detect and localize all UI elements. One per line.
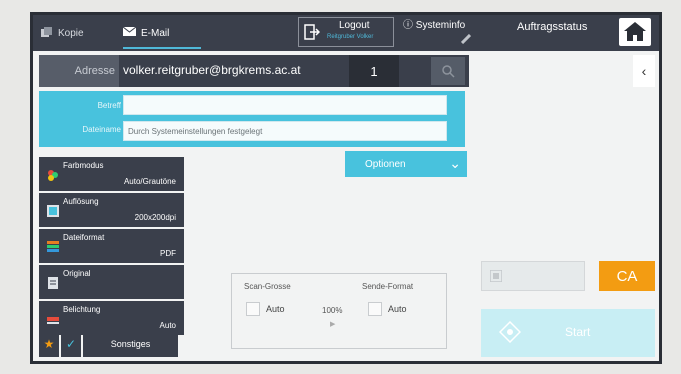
start-label: Start <box>565 325 591 339</box>
setting-original[interactable]: Original <box>39 265 184 299</box>
original-icon <box>48 277 58 289</box>
check-icon: ✓ <box>65 337 77 351</box>
tab-email-label: E-Mail <box>141 27 170 39</box>
logout-icon <box>304 24 320 40</box>
job-status-button[interactable]: Auftragsstatus <box>517 21 587 33</box>
subject-input[interactable] <box>123 95 447 115</box>
logout-button[interactable]: Logout Reitgruber Volker <box>298 17 394 47</box>
address-value[interactable]: volker.reitgruber@brgkrems.ac.at <box>123 63 301 77</box>
setting-belichtung[interactable]: Belichtung Auto <box>39 301 184 335</box>
subject-filename-panel: Betreff Dateiname Durch Systemeinstellun… <box>39 91 465 147</box>
check-settings-button[interactable]: ✓ <box>61 331 81 357</box>
envelope-icon <box>122 26 137 39</box>
setting-value: 200x200dpi <box>134 213 176 222</box>
setting-dateiformat[interactable]: Dateiformat PDF <box>39 229 184 263</box>
scan-size-label: Scan-Grosse <box>244 282 291 291</box>
toner-icon <box>460 33 472 47</box>
collapse-panel-button[interactable]: ‹ <box>633 55 655 87</box>
setting-value: PDF <box>160 249 176 258</box>
home-button[interactable] <box>619 18 651 46</box>
setting-value: Auto <box>159 321 176 330</box>
system-info-label: Systeminfo <box>415 20 466 31</box>
send-format-label: Sende-Format <box>362 282 414 291</box>
scan-size-checkbox[interactable] <box>246 302 260 316</box>
chevron-down-icon: ⌄ <box>449 155 461 171</box>
info-icon: ⓘ <box>403 20 413 31</box>
address-bar: Adresse volker.reitgruber@brgkrems.ac.at… <box>39 55 469 87</box>
options-label: Optionen <box>365 159 406 170</box>
arrow-right-icon: ▶ <box>330 321 336 328</box>
address-count: 1 <box>349 55 399 87</box>
search-icon <box>442 65 455 78</box>
setting-name: Auflösung <box>63 197 99 206</box>
start-button[interactable]: Start <box>481 309 655 357</box>
address-button[interactable]: Adresse <box>39 55 119 87</box>
home-icon <box>624 22 646 41</box>
tab-kopie-label: Kopie <box>58 27 84 39</box>
filename-label: Dateiname <box>82 125 121 134</box>
subject-label: Betreff <box>97 101 121 110</box>
exposure-icon <box>47 317 59 324</box>
system-info-button[interactable]: ⓘ Systeminfo <box>403 16 472 45</box>
send-format-checkbox[interactable] <box>368 302 382 316</box>
color-mode-icon <box>48 170 58 181</box>
chevron-left-icon: ‹ <box>641 63 647 79</box>
preview-button-disabled[interactable] <box>481 261 585 291</box>
setting-aufloesung[interactable]: Auflösung 200x200dpi <box>39 193 184 227</box>
scan-size-value: Auto <box>266 304 285 314</box>
setting-name: Belichtung <box>63 305 101 314</box>
setting-name: Original <box>63 269 91 278</box>
tab-kopie[interactable]: Kopie <box>41 15 101 51</box>
resolution-icon <box>47 205 59 217</box>
star-icon: ★ <box>43 337 55 351</box>
preview-icon <box>490 270 502 282</box>
logout-label: Logout <box>339 20 370 31</box>
other-settings-button[interactable]: Sonstiges <box>83 331 178 357</box>
setting-name: Farbmodus <box>63 161 104 170</box>
filename-input[interactable]: Durch Systemeinstellungen festgelegt <box>123 121 447 141</box>
setting-name: Dateiformat <box>63 233 105 242</box>
setting-farbmodus[interactable]: Farbmodus Auto/Grautöne <box>39 157 184 191</box>
logged-in-user: Reitgruber Volker <box>327 34 374 40</box>
device-screen: Kopie E-Mail Logout Reitgruber Volker ⓘ … <box>30 12 662 364</box>
copy-icon <box>41 26 53 40</box>
clear-all-button[interactable]: CA <box>599 261 655 291</box>
favorites-button[interactable]: ★ <box>39 331 59 357</box>
file-format-icon <box>47 241 59 252</box>
zoom-value: 100% <box>322 306 343 315</box>
setting-value: Auto/Grautöne <box>123 177 176 186</box>
top-bar: Kopie E-Mail Logout Reitgruber Volker ⓘ … <box>33 15 659 51</box>
address-search-button[interactable] <box>431 57 465 85</box>
tab-email[interactable]: E-Mail <box>122 15 201 51</box>
options-button[interactable]: Optionen ⌄ <box>345 151 467 177</box>
send-format-value: Auto <box>388 304 407 314</box>
start-icon <box>499 321 521 343</box>
scan-settings-panel: Scan-Grosse Auto 100% ▶ Sende-Format Aut… <box>231 273 447 349</box>
bottom-row: ★ ✓ Sonstiges <box>39 331 178 357</box>
